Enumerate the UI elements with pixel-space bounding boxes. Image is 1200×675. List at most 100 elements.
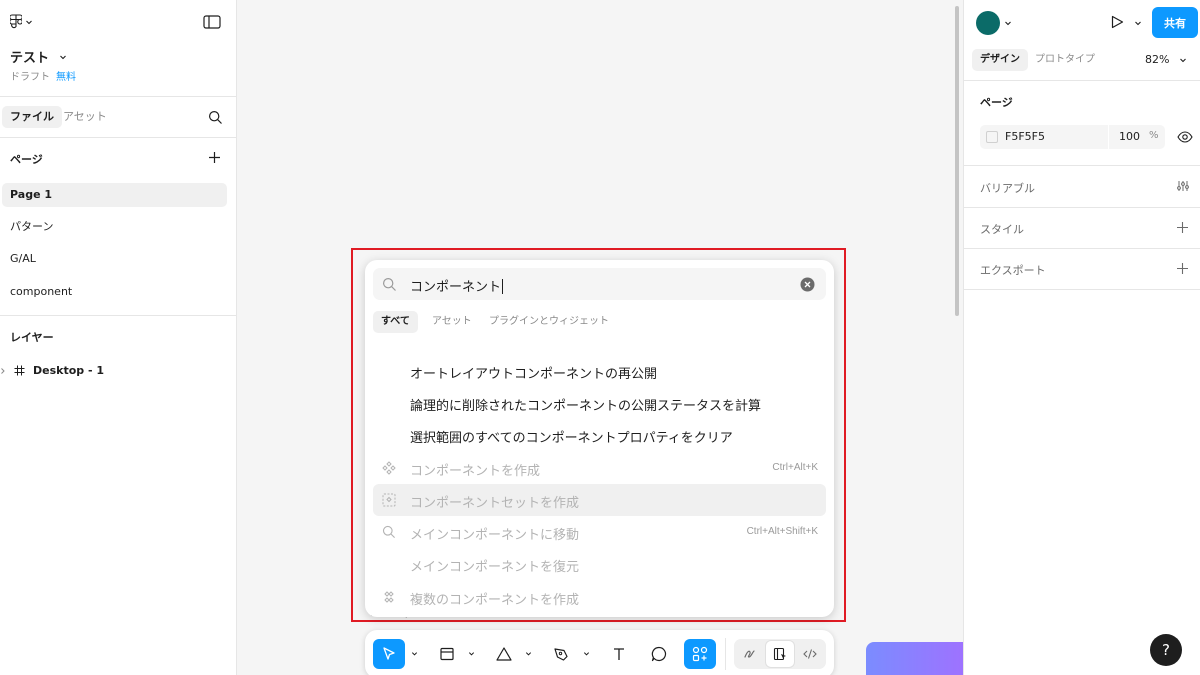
- main-menu-button[interactable]: [10, 14, 33, 30]
- clear-search-icon[interactable]: [800, 277, 815, 292]
- add-page-icon[interactable]: [208, 151, 221, 164]
- chevron-down-icon[interactable]: [411, 650, 418, 657]
- cursor-icon: [381, 646, 397, 662]
- multi-component-icon: [382, 590, 396, 604]
- page-item-gal[interactable]: G/AL: [2, 247, 227, 271]
- canvas-frame-preview[interactable]: [866, 642, 963, 675]
- avatar[interactable]: [976, 11, 1000, 35]
- component-icon: [382, 461, 396, 475]
- search-input[interactable]: コンポーネント: [410, 276, 504, 295]
- palette-tab-all[interactable]: すべて: [373, 311, 418, 333]
- add-export-icon[interactable]: [1176, 262, 1189, 275]
- divider: [964, 207, 1200, 208]
- draft-label: ドラフト: [10, 72, 50, 83]
- quick-action-label: オートレイアウトコンポーネントの再公開: [410, 367, 658, 382]
- search-icon: [382, 277, 397, 292]
- shortcut-label: Ctrl+Alt+Shift+K: [746, 526, 818, 537]
- quick-action-label: 論理的に削除されたコンポーネントの公開ステータスを計算: [410, 399, 762, 414]
- divider: [964, 289, 1200, 290]
- chevron-right-icon[interactable]: [0, 367, 6, 375]
- quick-actions-search[interactable]: コンポーネント: [373, 268, 826, 300]
- page-color-field[interactable]: F5F5F5 100 %: [980, 125, 1165, 149]
- variables-settings-icon[interactable]: [1176, 179, 1190, 193]
- tab-file[interactable]: ファイル: [2, 106, 62, 128]
- canvas-scrollbar[interactable]: [955, 6, 959, 316]
- design-mode-button[interactable]: [766, 641, 794, 667]
- bottom-toolbar: [365, 630, 834, 675]
- quick-action-label: コンポーネントセットを作成: [410, 496, 580, 511]
- figma-logo-icon: [10, 14, 22, 30]
- pen-tool-button[interactable]: [545, 639, 577, 669]
- code-icon: [802, 646, 818, 662]
- color-hex[interactable]: F5F5F5: [1005, 130, 1045, 143]
- share-button[interactable]: 共有: [1152, 7, 1198, 38]
- sidebar-toggle-icon[interactable]: [203, 15, 221, 29]
- chevron-down-icon[interactable]: [525, 650, 532, 657]
- chevron-down-icon[interactable]: [468, 650, 475, 657]
- quick-action-item[interactable]: 複数のコンポーネントを作成: [373, 581, 826, 613]
- divider: [964, 248, 1200, 249]
- divider: [0, 315, 236, 316]
- opacity-value[interactable]: 100: [1119, 130, 1140, 143]
- play-icon[interactable]: [1109, 14, 1125, 30]
- layer-label: Desktop - 1: [33, 364, 105, 377]
- chevron-down-icon[interactable]: [1004, 19, 1012, 27]
- quick-action-label: 選択範囲のすべてのコンポーネントプロパティをクリア: [410, 431, 733, 446]
- text-icon: [611, 646, 627, 662]
- tab-design[interactable]: デザイン: [972, 49, 1028, 71]
- color-swatch[interactable]: [986, 131, 998, 143]
- move-tool-button[interactable]: [373, 639, 405, 669]
- shape-tool-button[interactable]: [488, 639, 520, 669]
- styles-heading: スタイル: [980, 223, 1024, 236]
- triangle-icon: [495, 646, 513, 662]
- zoom-dropdown[interactable]: 82%: [1145, 53, 1187, 66]
- component-set-icon: [382, 493, 396, 507]
- chevron-down-icon[interactable]: [1134, 19, 1142, 27]
- divider: [964, 165, 1200, 166]
- search-icon: [382, 525, 396, 539]
- help-button[interactable]: ?: [1150, 634, 1182, 666]
- quick-action-item[interactable]: 選択範囲のすべてのコンポーネントプロパティをクリア: [373, 419, 826, 451]
- plan-badge[interactable]: 無料: [56, 68, 76, 83]
- mode-switcher: [734, 639, 826, 669]
- text-tool-button[interactable]: [603, 639, 635, 669]
- tab-prototype[interactable]: プロトタイプ: [1027, 49, 1103, 71]
- dev-mode-button[interactable]: [796, 641, 824, 667]
- layer-item-desktop-1[interactable]: Desktop - 1: [0, 364, 104, 377]
- page-section-heading: ページ: [980, 96, 1013, 109]
- actions-tool-button[interactable]: [684, 639, 716, 669]
- comment-icon: [650, 645, 668, 663]
- quick-action-item[interactable]: メインコンポーネントを復元: [373, 548, 826, 580]
- page-item-page-1[interactable]: Page 1: [2, 183, 227, 207]
- add-style-icon[interactable]: [1176, 221, 1189, 234]
- left-sidebar: テスト ドラフト 無料 ファイル アセット ページ Page 1 パターン G/…: [0, 0, 237, 675]
- eye-icon[interactable]: [1177, 130, 1193, 144]
- pen-icon: [552, 645, 570, 663]
- quick-action-item[interactable]: オートレイアウトコンポーネントの再公開: [373, 355, 826, 387]
- search-query: コンポーネント: [410, 280, 502, 295]
- search-icon[interactable]: [208, 110, 223, 125]
- tab-assets[interactable]: アセット: [55, 106, 115, 128]
- shortcut-label: Ctrl+Alt+K: [772, 462, 818, 473]
- field-separator: [1108, 125, 1109, 149]
- quick-action-item[interactable]: メインコンポーネントに移動 Ctrl+Alt+Shift+K: [373, 516, 826, 548]
- quick-actions-list: オートレイアウトコンポーネントの再公開 論理的に削除されたコンポーネントの公開ス…: [365, 336, 834, 617]
- opacity-unit: %: [1149, 130, 1159, 141]
- frame-tool-button[interactable]: [431, 639, 463, 669]
- page-item-pattern[interactable]: パターン: [2, 215, 227, 239]
- layers-heading: レイヤー: [10, 331, 54, 344]
- quick-action-item[interactable]: コンポーネントセットを作成: [373, 484, 826, 516]
- quick-action-item[interactable]: 論理的に削除されたコンポーネントの公開ステータスを計算: [373, 387, 826, 419]
- page-item-component[interactable]: component: [2, 280, 227, 304]
- text-caret: [502, 279, 504, 294]
- palette-tab-assets[interactable]: アセット: [424, 311, 480, 333]
- draw-mode-button[interactable]: [736, 641, 764, 667]
- palette-tab-plugins[interactable]: プラグインとウィジェット: [481, 311, 617, 333]
- quick-action-label: 複数のコンポーネントを作成: [410, 593, 580, 608]
- quick-action-item[interactable]: コンポーネントを作成 Ctrl+Alt+K: [373, 452, 826, 484]
- frame-tool-icon: [439, 646, 455, 662]
- chevron-down-icon[interactable]: [583, 650, 590, 657]
- file-name-button[interactable]: テスト: [10, 47, 67, 66]
- comment-tool-button[interactable]: [643, 639, 675, 669]
- file-name: テスト: [10, 51, 50, 66]
